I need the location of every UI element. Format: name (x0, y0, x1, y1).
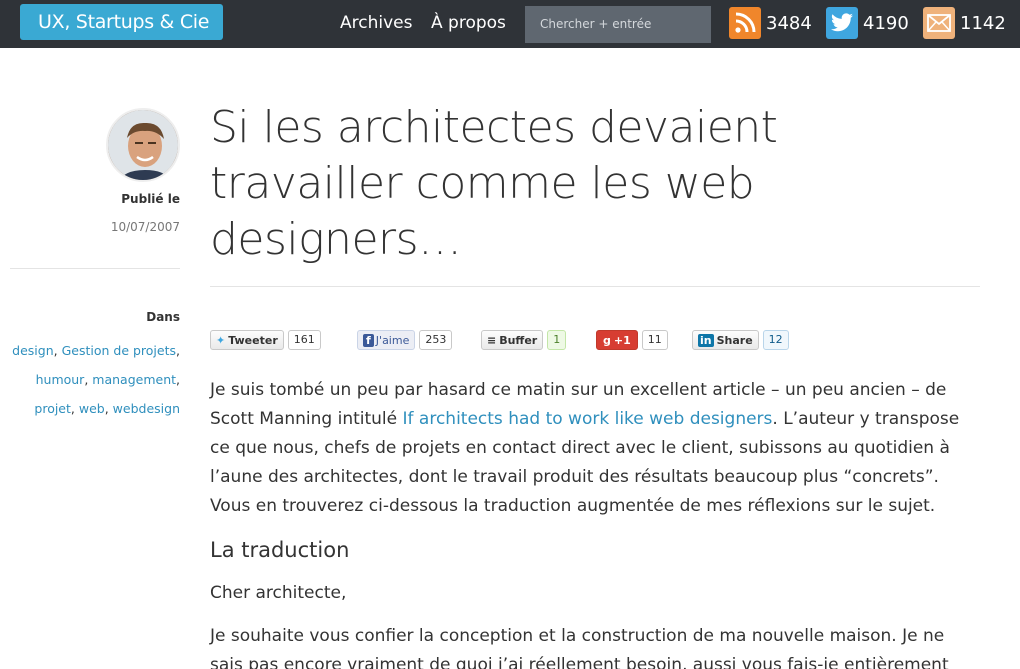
twitter-count: 4190 (863, 12, 909, 34)
published-label: Publié le (121, 192, 180, 206)
linkedin-count: 12 (762, 330, 789, 350)
buffer-share: ≡ Buffer 1 (481, 330, 567, 350)
facebook-share: f J'aime 253 (357, 330, 453, 350)
tag-link[interactable]: humour (36, 372, 85, 387)
twitter-icon (826, 7, 858, 39)
title-divider (210, 286, 980, 287)
article-title: Si les architectes devaient travailler c… (210, 102, 778, 265)
mail-icon (923, 7, 955, 39)
tag-link[interactable]: web (79, 401, 105, 416)
gplus-icon: g (603, 333, 611, 347)
email-count: 1142 (960, 12, 1006, 34)
section-heading: La traduction (210, 538, 350, 562)
rss-counter[interactable]: 3484 (729, 7, 812, 39)
nav-archives-link[interactable]: Archives (340, 12, 412, 34)
top-navigation-bar: UX, Startups & Cie Archives À propos Che… (0, 0, 1020, 48)
facebook-like-button[interactable]: f J'aime (357, 330, 416, 350)
tweet-count: 161 (287, 330, 321, 350)
rss-icon (729, 7, 761, 39)
twitter-icon: ✦ (216, 333, 226, 347)
buffer-count: 1 (547, 330, 567, 350)
published-date: 10/07/2007 (110, 220, 180, 234)
facebook-count: 253 (419, 330, 453, 350)
body-paragraph: Je souhaite vous confier la conception e… (210, 626, 949, 669)
article-body: Je suis tombé un peu par hasard ce matin… (210, 376, 980, 669)
gplus-share: g +1 11 (596, 330, 668, 350)
nav-apropos-link[interactable]: À propos (431, 12, 506, 34)
tag-link[interactable]: management (92, 372, 176, 387)
categories-label: Dans (146, 310, 180, 324)
tag-link[interactable]: projet (34, 401, 71, 416)
buffer-button[interactable]: ≡ Buffer (481, 330, 544, 350)
intro-paragraph: Je suis tombé un peu par hasard ce matin… (210, 380, 960, 516)
tag-link[interactable]: webdesign (113, 401, 180, 416)
tag-link[interactable]: Gestion de projets (62, 343, 176, 358)
gplus-count: 11 (641, 330, 668, 350)
email-counter[interactable]: 1142 (923, 7, 1006, 39)
tweet-share: ✦ Tweeter 161 (210, 330, 321, 350)
site-brand-link[interactable]: UX, Startups & Cie (20, 4, 223, 40)
category-tags: design, Gestion de projets, humour, mana… (12, 343, 180, 416)
salutation-paragraph: Cher architecte, (210, 583, 347, 603)
sidebar-divider (10, 268, 180, 269)
buffer-icon: ≡ (487, 333, 497, 347)
tag-link[interactable]: design (12, 343, 53, 358)
search-input[interactable]: Chercher + entrée (525, 6, 711, 43)
twitter-counter[interactable]: 4190 (826, 7, 909, 39)
linkedin-button[interactable]: in Share (692, 330, 759, 350)
rss-count: 3484 (766, 12, 812, 34)
tweet-button[interactable]: ✦ Tweeter (210, 330, 284, 350)
author-avatar (106, 108, 180, 182)
gplus-button[interactable]: g +1 (596, 330, 638, 350)
facebook-icon: f (363, 333, 374, 347)
source-article-link[interactable]: If architects had to work like web desig… (403, 409, 773, 429)
linkedin-share: in Share 12 (692, 330, 789, 350)
linkedin-icon: in (698, 333, 714, 347)
